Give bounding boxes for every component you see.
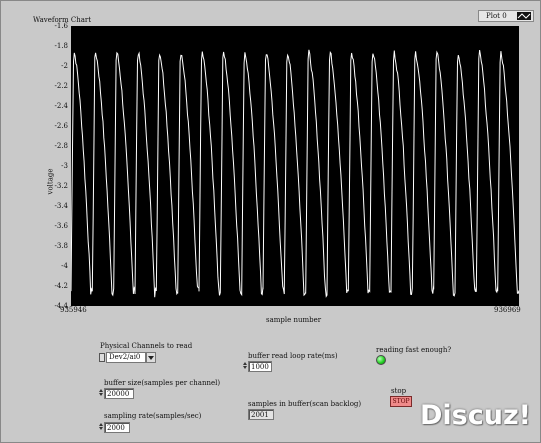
y-tick-label: -4.2	[54, 282, 69, 290]
waveform-trace	[71, 49, 519, 298]
physical-channel-label: Physical Channels to read	[100, 342, 193, 350]
plot-legend[interactable]: Plot 0	[478, 10, 534, 22]
x-tick-end: 936969	[494, 306, 521, 314]
y-tick-label: -4	[61, 262, 68, 270]
stop-button-label: STOP	[392, 398, 410, 405]
plot-line-icon	[517, 12, 531, 20]
loop-rate-label: buffer read loop rate(ms)	[248, 352, 338, 360]
buffer-size-input[interactable]: 20000	[104, 388, 134, 399]
plot-area[interactable]	[71, 26, 519, 306]
discuz-watermark: Discuz!	[420, 400, 531, 431]
loop-rate-input[interactable]: 1000	[248, 361, 272, 372]
buffer-size-stepper[interactable]	[98, 388, 103, 399]
plot-legend-label: Plot 0	[486, 12, 507, 20]
io-name-icon	[99, 353, 105, 362]
buffer-size-label: buffer size(samples per channel)	[104, 379, 221, 387]
waveform-plot	[71, 49, 519, 298]
y-tick-labels: -1.6 -1.8 -2 -2.2 -2.4 -2.6 -2.8 -3 -3.2 -3.4 -3.6…	[46, 0, 69, 320]
channel-value: Dev2/ai0	[106, 352, 146, 363]
y-tick-label: -3	[61, 162, 68, 170]
stop-button[interactable]: STOP	[390, 396, 412, 407]
y-tick-label: -2.2	[54, 82, 69, 90]
loop-rate-stepper[interactable]	[242, 361, 247, 372]
samples-in-buffer-label: samples in buffer(scan backlog)	[248, 400, 362, 408]
x-axis-label: sample number	[266, 316, 322, 324]
y-tick-label: -3.6	[54, 222, 69, 230]
y-tick-label: -3.4	[54, 202, 69, 210]
reading-fast-label: reading fast enough?	[376, 346, 452, 354]
y-tick-label: -1.6	[54, 22, 69, 30]
y-tick-label: -2.4	[54, 102, 69, 110]
y-tick-label: -2.8	[54, 142, 69, 150]
y-tick-label: -3.8	[54, 242, 69, 250]
sampling-rate-label: sampling rate(samples/sec)	[104, 412, 202, 420]
y-tick-label: -3.2	[54, 182, 69, 190]
physical-channel-select[interactable]: Dev2/ai0	[99, 352, 157, 363]
x-tick-start: 935946	[60, 306, 87, 314]
y-tick-label: -1.8	[54, 42, 69, 50]
y-tick-label: -2	[61, 62, 68, 70]
y-tick-label: -2.6	[54, 122, 69, 130]
reading-fast-led	[376, 355, 386, 365]
sampling-rate-stepper[interactable]	[98, 422, 103, 433]
sampling-rate-input[interactable]: 2000	[104, 422, 130, 433]
stop-label: stop	[391, 387, 407, 395]
chevron-down-icon[interactable]	[146, 352, 156, 363]
samples-in-buffer-indicator: 2001	[248, 409, 274, 420]
